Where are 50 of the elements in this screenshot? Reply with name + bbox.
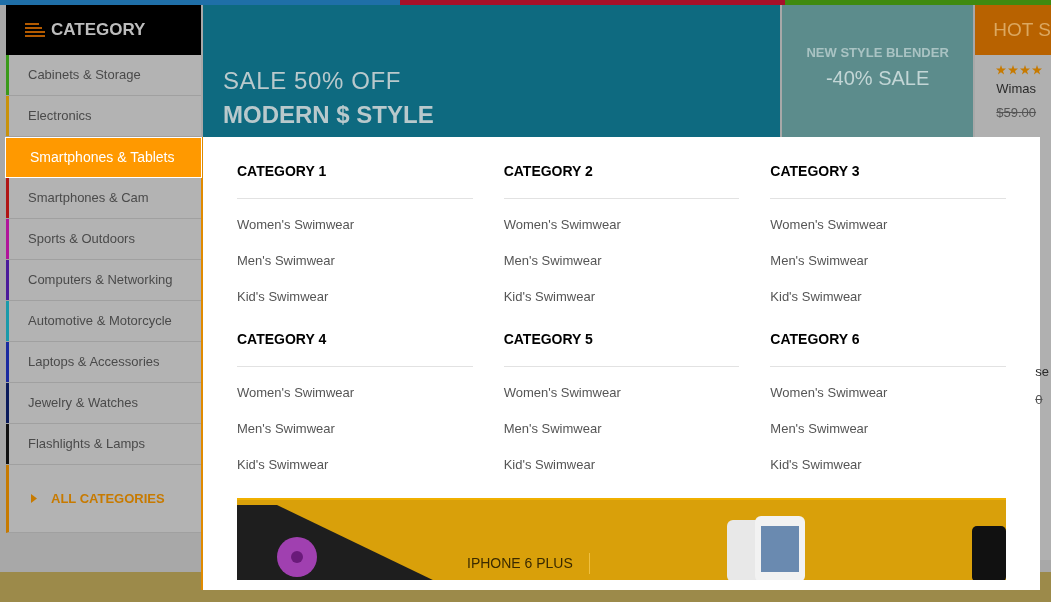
promo-title: IPHONE 6 PLUS bbox=[467, 553, 590, 574]
menu-link[interactable]: Men's Swimwear bbox=[237, 419, 473, 439]
menu-link[interactable]: Kid's Swimwear bbox=[237, 287, 473, 307]
menu-link[interactable]: Men's Swimwear bbox=[770, 251, 1006, 271]
category-item[interactable]: Smartphones & Cam bbox=[6, 178, 201, 219]
category-item[interactable]: Computers & Networking bbox=[6, 260, 201, 301]
product-price: $59.00 bbox=[996, 103, 1038, 122]
menu-link[interactable]: Women's Swimwear bbox=[503, 215, 740, 235]
star-icon bbox=[1032, 65, 1043, 75]
menu-link[interactable]: Kid's Swimwear bbox=[503, 455, 740, 475]
menu-link[interactable]: Kid's Swimwear bbox=[770, 287, 1006, 307]
product-price: 0 bbox=[1035, 390, 1043, 409]
category-item[interactable]: Cabinets & Storage bbox=[6, 55, 201, 96]
star-icon bbox=[1008, 65, 1019, 75]
menu-link[interactable]: Men's Swimwear bbox=[503, 419, 740, 439]
menu-link[interactable]: Men's Swimwear bbox=[770, 419, 1006, 439]
star-icon bbox=[1020, 65, 1031, 75]
menu-icon bbox=[25, 23, 45, 37]
menu-group-heading: CATEGORY 3 bbox=[770, 161, 1006, 199]
menu-link[interactable]: Women's Swimwear bbox=[237, 215, 473, 235]
phone-drawing bbox=[972, 526, 1006, 580]
banner-headline: SALE 50% OFF bbox=[223, 66, 402, 96]
category-item[interactable]: Sports & Outdoors bbox=[6, 219, 201, 260]
menu-link[interactable]: Women's Swimwear bbox=[770, 383, 1006, 403]
menu-link[interactable]: Kid's Swimwear bbox=[770, 455, 1006, 475]
hot-deals-title: HOT S bbox=[993, 17, 1051, 42]
menu-group-heading: CATEGORY 1 bbox=[237, 161, 473, 199]
menu-group-heading: CATEGORY 5 bbox=[503, 329, 740, 367]
menu-group-heading: CATEGORY 4 bbox=[237, 329, 473, 367]
banner-subheadline: -40% SALE bbox=[825, 65, 930, 91]
menu-link[interactable]: Kid's Swimwear bbox=[503, 287, 740, 307]
menu-group-heading: CATEGORY 2 bbox=[503, 161, 740, 199]
menu-group-heading: CATEGORY 6 bbox=[770, 329, 1006, 367]
menu-link[interactable]: Women's Swimwear bbox=[237, 383, 473, 403]
category-item[interactable]: Laptops & Accessories bbox=[6, 342, 201, 383]
category-item[interactable]: Electronics bbox=[6, 96, 201, 137]
banner-subheadline: MODERN $ STYLE bbox=[223, 101, 435, 129]
category-item[interactable]: Flashlights & Lamps bbox=[6, 424, 201, 465]
category-item[interactable]: Automotive & Motorcycle bbox=[6, 301, 201, 342]
menu-link[interactable]: Men's Swimwear bbox=[503, 251, 740, 271]
banner-headline: NEW STYLE BLENDER bbox=[806, 44, 949, 62]
menu-link[interactable]: Women's Swimwear bbox=[503, 383, 740, 403]
menu-link[interactable]: Men's Swimwear bbox=[237, 251, 473, 271]
menu-link[interactable]: Women's Swimwear bbox=[770, 215, 1006, 235]
product-name: Wimas bbox=[996, 80, 1037, 98]
menu-link[interactable]: Kid's Swimwear bbox=[237, 455, 473, 475]
category-title: CATEGORY bbox=[51, 19, 146, 42]
caret-icon bbox=[31, 494, 37, 503]
category-item[interactable]: Jewelry & Watches bbox=[6, 383, 201, 424]
star-icon bbox=[996, 65, 1007, 75]
